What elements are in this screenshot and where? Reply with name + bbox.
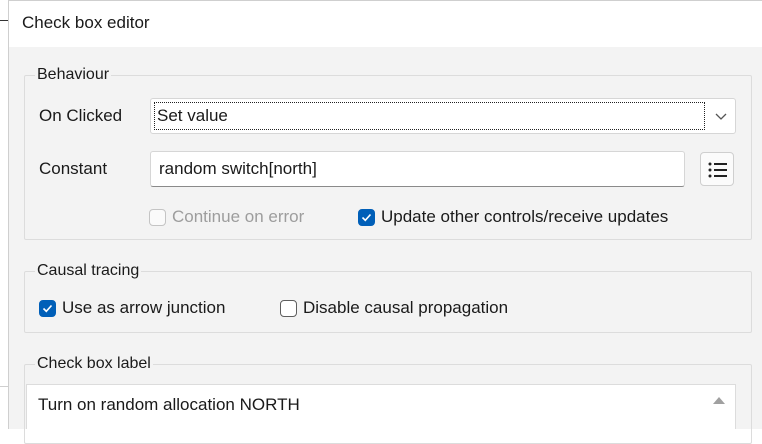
scroll-up-arrow-icon[interactable] [713,397,725,404]
check-box-label-text: Turn on random allocation NORTH [38,395,300,414]
disable-causal-propagation-label: Disable causal propagation [303,298,509,317]
continue-on-error-box[interactable] [149,208,166,226]
constant-input[interactable]: random switch[north] [150,151,685,187]
chevron-down-icon[interactable] [713,108,729,124]
causal-tracing-legend: Causal tracing [35,262,142,280]
use-as-arrow-junction-label: Use as arrow junction [62,298,226,317]
check-box-label-legend: Check box label [35,355,153,373]
check-box-editor-dialog: Check box editor Behaviour On Clicked Se… [8,0,762,444]
title-bar[interactable]: Check box editor [9,1,762,47]
background-divider-line [0,386,8,387]
behaviour-legend: Behaviour [35,66,112,84]
on-clicked-dropdown[interactable]: Set value [150,98,736,134]
use-as-arrow-junction-box[interactable] [39,299,56,317]
checkmark-icon [42,304,53,312]
constant-label: Constant [39,159,108,178]
on-clicked-value: Set value [154,102,705,130]
check-box-label-textarea[interactable]: Turn on random allocation NORTH [26,384,736,429]
update-other-controls-label: Update other controls/receive updates [381,207,669,226]
update-other-controls-box[interactable] [358,208,375,226]
window-title: Check box editor [22,13,150,32]
use-as-arrow-junction-checkbox[interactable]: Use as arrow junction [39,297,225,319]
checkmark-icon [361,213,372,221]
continue-on-error-checkbox[interactable]: Continue on error [149,206,304,228]
on-clicked-label: On Clicked [39,106,123,125]
disable-causal-propagation-box[interactable] [280,299,297,317]
constant-list-button[interactable] [700,152,734,186]
update-other-controls-checkbox[interactable]: Update other controls/receive updates [358,206,668,228]
continue-on-error-label: Continue on error [172,207,305,226]
disable-causal-propagation-checkbox[interactable]: Disable causal propagation [280,297,508,319]
